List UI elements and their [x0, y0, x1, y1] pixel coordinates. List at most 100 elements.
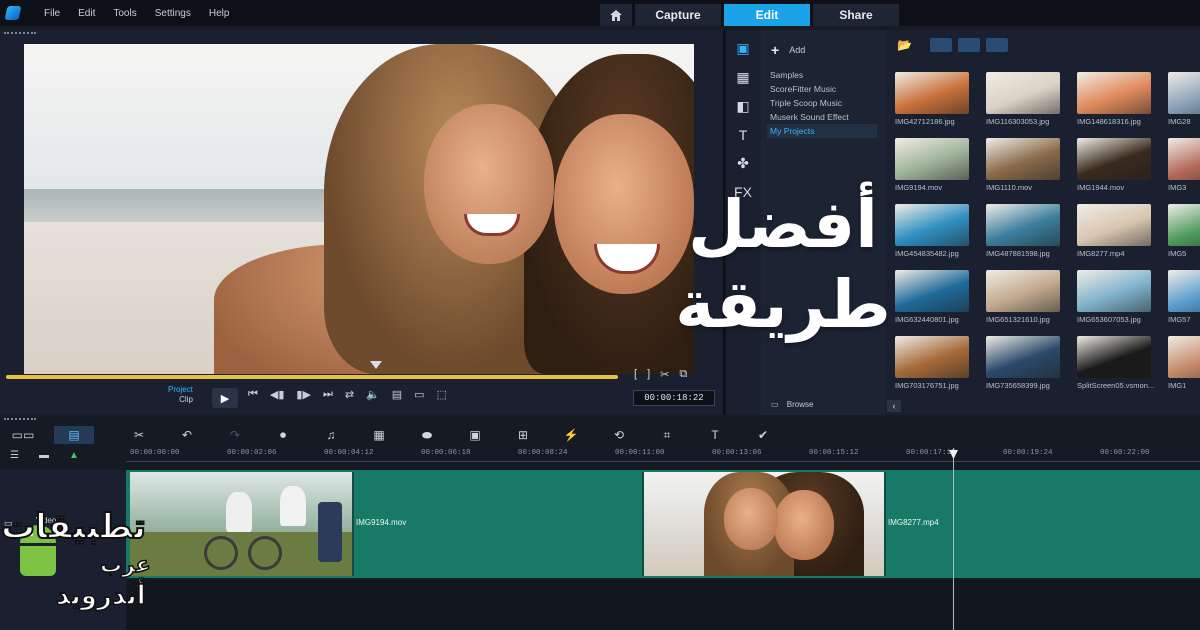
mode-project[interactable]: Project — [168, 385, 193, 395]
redo-icon[interactable]: ↷ — [218, 426, 252, 444]
split-screen-icon[interactable]: ⊞ — [506, 426, 540, 444]
record-capture-icon[interactable]: ⏺ — [266, 426, 300, 444]
timeline-grip[interactable] — [4, 418, 36, 421]
chapter-marker-icon[interactable]: ▲ — [69, 450, 79, 461]
browse-icon: ▭ — [771, 400, 779, 409]
tab-home[interactable] — [600, 4, 632, 26]
clip-thumbnail-img9194[interactable] — [130, 472, 352, 576]
previous-frame-icon[interactable]: ◀▮ — [270, 388, 285, 401]
timecode-display[interactable]: 00:00:18:22 — [633, 390, 715, 406]
auto-music-icon[interactable]: ✔ — [746, 426, 780, 444]
aspect-ratio-icon[interactable]: ▭ — [414, 388, 424, 401]
time-remapping-icon[interactable]: ⚡ — [554, 426, 588, 444]
title-icon[interactable]: T — [739, 127, 748, 143]
mark-out-icon[interactable]: ] — [647, 368, 650, 381]
add-folder-button[interactable]: + Add — [771, 42, 805, 58]
media-thumbnail[interactable]: IMG8277.mp4 — [1077, 204, 1168, 260]
folder-samples[interactable]: Samples — [767, 68, 877, 82]
media-thumbnail[interactable]: IMG1944.mov — [1077, 138, 1168, 194]
scrubber-handle[interactable] — [370, 361, 382, 369]
storyboard-view-icon[interactable]: ▭▭ — [6, 426, 40, 444]
morph-transition-icon[interactable]: ⟲ — [602, 426, 636, 444]
thumbnail-caption: IMG651321610.jpg — [986, 315, 1050, 324]
show-audio-toggle[interactable] — [985, 38, 1008, 52]
split-clip-icon[interactable]: ✂ — [660, 368, 669, 381]
motion-tracking-icon[interactable]: ▣ — [458, 426, 492, 444]
browse-button[interactable]: ▭ Browse — [771, 400, 813, 409]
media-thumbnail[interactable]: IMG57 — [1168, 270, 1200, 326]
folder-my-projects[interactable]: My Projects — [767, 124, 877, 138]
menu-help[interactable]: Help — [209, 8, 230, 19]
folder-scorefitter-music[interactable]: ScoreFitter Music — [767, 82, 877, 96]
thumbnail-image — [1077, 270, 1151, 312]
next-frame-icon[interactable]: ▮▶ — [296, 388, 311, 401]
ruler-tick-label: 00:00:13:06 — [712, 449, 762, 457]
scrub-bar[interactable] — [6, 375, 618, 379]
tab-share[interactable]: Share — [813, 4, 899, 26]
import-folder-icon[interactable]: 📂 — [897, 38, 912, 52]
media-thumbnail[interactable]: IMG5 — [1168, 204, 1200, 260]
snapshot-icon[interactable]: ⬚ — [437, 388, 447, 401]
watermark-line3: أندرويد — [55, 580, 146, 612]
mark-in-icon[interactable]: [ — [634, 368, 637, 381]
media-thumbnail[interactable]: IMG148618316.jpg — [1077, 72, 1168, 128]
media-thumbnail[interactable]: IMG651321610.jpg — [986, 270, 1077, 326]
tab-capture[interactable]: Capture — [635, 4, 721, 26]
overlay-track-lane[interactable] — [126, 580, 1200, 630]
tools-icon[interactable]: ✂ — [122, 426, 156, 444]
show-photos-toggle[interactable] — [957, 38, 980, 52]
add-chapter-icon[interactable]: ▬ — [39, 450, 49, 461]
ruler-tick-label: 00:00:06:18 — [421, 449, 471, 457]
timeline-view-icon[interactable]: ▤ — [54, 426, 94, 444]
media-thumbnail[interactable]: IMG3 — [1168, 138, 1200, 194]
menu-settings[interactable]: Settings — [155, 8, 191, 19]
tab-edit[interactable]: Edit — [724, 4, 810, 26]
pan-zoom-icon[interactable]: ▦ — [362, 426, 396, 444]
media-library-icon[interactable]: ▣ — [736, 40, 749, 57]
media-thumbnail[interactable]: SplitScreen05.vsmon... — [1077, 336, 1168, 392]
video-track-lane[interactable]: IMG9194.mov IMG8277.mp4 — [126, 470, 1200, 578]
timeline-playhead[interactable] — [953, 448, 954, 630]
play-mode-selector[interactable]: Project Clip — [168, 385, 193, 405]
enlarge-preview-icon[interactable]: ⧉ — [679, 368, 687, 381]
media-thumbnail[interactable]: IMG1110.mov — [986, 138, 1077, 194]
thumbnail-image — [986, 138, 1060, 180]
thumbnail-caption: IMG1 — [1168, 381, 1187, 390]
repeat-icon[interactable]: ⇄ — [345, 388, 354, 401]
media-thumbnail[interactable]: IMG653607053.jpg — [1077, 270, 1168, 326]
track-manager-icon[interactable]: ☰ — [10, 450, 19, 461]
panel-grip[interactable] — [4, 32, 36, 35]
play-button[interactable]: ▶ — [212, 388, 238, 408]
mode-clip[interactable]: Clip — [168, 395, 193, 405]
menu-edit[interactable]: Edit — [78, 8, 95, 19]
media-thumbnail[interactable]: IMG28 — [1168, 72, 1200, 128]
undo-icon[interactable]: ↶ — [170, 426, 204, 444]
clip-thumbnail-img8277[interactable] — [644, 472, 884, 576]
menu-file[interactable]: File — [44, 8, 60, 19]
instant-project-icon[interactable]: ▦ — [736, 69, 749, 86]
mask-creator-icon[interactable]: ⬬ — [410, 426, 444, 444]
graphics-icon[interactable]: ✤ — [737, 155, 749, 172]
media-thumbnail[interactable]: IMG487881598.jpg — [986, 204, 1077, 260]
folder-muserk-sound-effect[interactable]: Muserk Sound Effect — [767, 110, 877, 124]
title-editor-icon[interactable]: T — [698, 426, 732, 444]
transition-icon[interactable]: ◧ — [736, 98, 749, 115]
ruler-tick-label: 00:00:00:00 — [130, 449, 180, 457]
menu-tools[interactable]: Tools — [113, 8, 136, 19]
volume-icon[interactable]: 🔈 — [366, 388, 380, 401]
resolution-icon[interactable]: ▤ — [392, 388, 402, 401]
go-to-end-icon[interactable]: ⏭ — [323, 388, 333, 401]
media-thumbnail[interactable]: IMG42712186.jpg — [895, 72, 986, 128]
overlay-title-line1: أفضل — [688, 186, 878, 263]
media-thumbnail[interactable]: IMG1 — [1168, 336, 1200, 392]
timeline-ruler[interactable]: 00:00:00:00 00:00:02:06 00:00:04:12 00:00:0… — [126, 448, 1200, 462]
media-thumbnail[interactable]: IMG116303053.jpg — [986, 72, 1077, 128]
camera-motion-icon[interactable]: ⌗ — [650, 426, 684, 444]
media-thumbnail[interactable]: IMG735658399.jpg — [986, 336, 1077, 392]
collapse-library-button[interactable]: ‹ — [887, 400, 901, 412]
browse-label: Browse — [786, 400, 814, 409]
go-to-start-icon[interactable]: ⏮ — [248, 388, 258, 401]
folder-triple-scoop-music[interactable]: Triple Scoop Music — [767, 96, 877, 110]
sound-mixer-icon[interactable]: ♫ — [314, 426, 348, 444]
show-videos-toggle[interactable] — [929, 38, 952, 52]
